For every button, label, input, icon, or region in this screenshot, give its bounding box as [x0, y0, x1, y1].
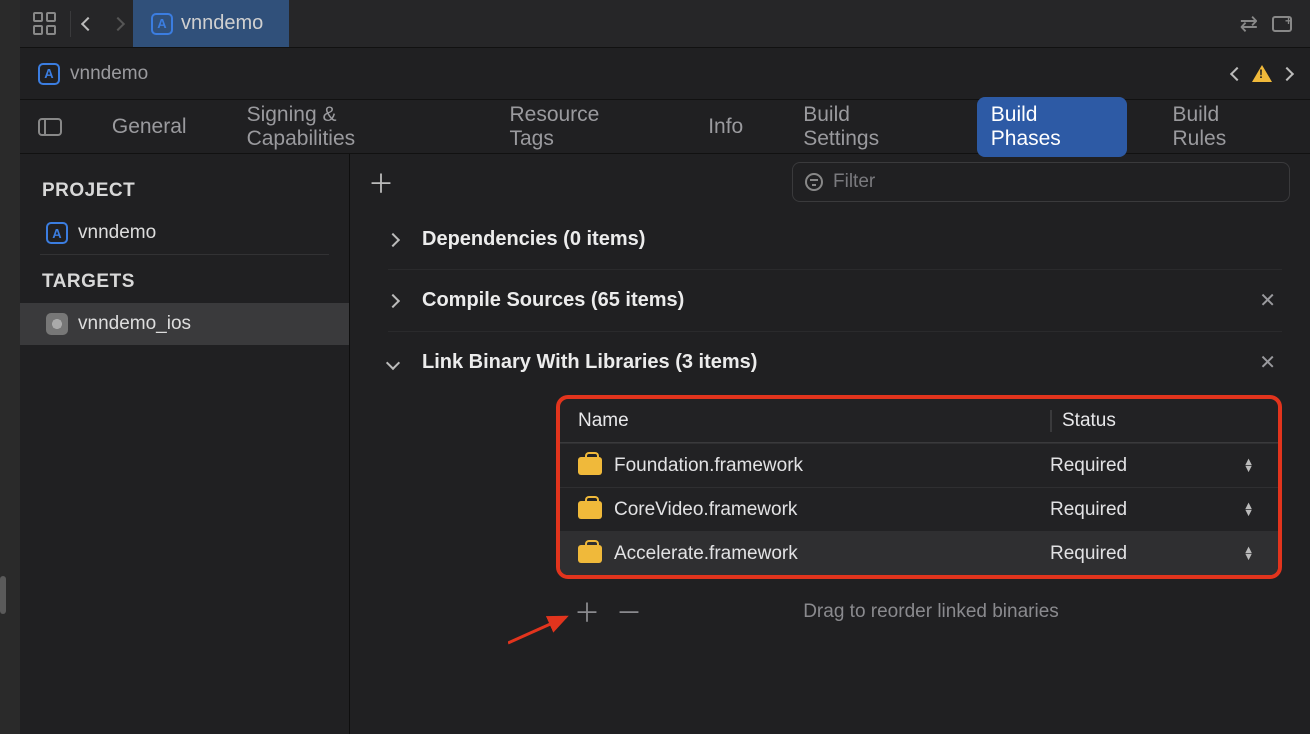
- framework-icon: [578, 501, 602, 519]
- framework-name: Accelerate.framework: [614, 543, 798, 565]
- breadcrumb-back[interactable]: [1232, 63, 1242, 84]
- add-editor-icon[interactable]: [1272, 16, 1292, 32]
- framework-status[interactable]: Required: [1050, 455, 1127, 477]
- column-name[interactable]: Name: [578, 410, 1050, 432]
- phase-title: Compile Sources (65 items): [422, 289, 684, 312]
- column-status[interactable]: Status: [1050, 410, 1260, 432]
- disclosure-icon[interactable]: [388, 290, 406, 311]
- phases-toolbar: ＋: [350, 154, 1310, 210]
- breadcrumb-title[interactable]: vnndemo: [70, 63, 148, 85]
- disclosure-icon[interactable]: [388, 352, 406, 373]
- phase-link-binary: Link Binary With Libraries (3 items) ✕ N…: [388, 332, 1282, 648]
- breadcrumb-forward[interactable]: [1282, 63, 1292, 84]
- tab-info[interactable]: Info: [694, 109, 757, 145]
- separator: [70, 11, 71, 37]
- tab-resource-tags[interactable]: Resource Tags: [495, 97, 662, 157]
- warning-icon[interactable]: [1252, 65, 1272, 82]
- libraries-table-highlight: Name Status Foundation.framework Require…: [556, 395, 1282, 579]
- target-row[interactable]: vnndemo_ios: [20, 303, 349, 345]
- breadcrumb-bar: A vnndemo: [20, 48, 1310, 100]
- targets-sidebar: PROJECT A vnndemo TARGETS vnndemo_ios: [20, 154, 350, 734]
- nav-forward-button[interactable]: [113, 13, 123, 34]
- nav-back-button[interactable]: [83, 13, 93, 34]
- libraries-footer: ＋ － Drag to reorder linked binaries: [556, 593, 1282, 630]
- stepper-icon[interactable]: ▲▼: [1243, 459, 1254, 473]
- project-editor-tabs: General Signing & Capabilities Resource …: [20, 100, 1310, 154]
- toggle-sidebar-icon[interactable]: [38, 118, 62, 136]
- table-row[interactable]: Accelerate.framework Required ▲▼: [560, 531, 1278, 575]
- project-heading: PROJECT: [20, 164, 349, 212]
- swap-editors-icon[interactable]: ⇄: [1240, 11, 1258, 37]
- phase-dependencies[interactable]: Dependencies (0 items): [388, 210, 1282, 270]
- framework-status[interactable]: Required: [1050, 499, 1127, 521]
- libraries-table: Name Status Foundation.framework Require…: [560, 399, 1278, 575]
- remove-phase-button[interactable]: ✕: [1259, 288, 1282, 313]
- project-name: vnndemo: [78, 222, 156, 244]
- framework-icon: [578, 545, 602, 563]
- tab-title: vnndemo: [181, 12, 263, 35]
- target-icon: [46, 313, 68, 335]
- filter-icon: [805, 173, 823, 191]
- remove-phase-button[interactable]: ✕: [1259, 350, 1282, 375]
- annotation-arrow: [508, 615, 578, 645]
- app-icon: A: [151, 13, 173, 35]
- targets-heading: TARGETS: [20, 255, 349, 303]
- table-row[interactable]: CoreVideo.framework Required ▲▼: [560, 487, 1278, 531]
- tab-general[interactable]: General: [98, 109, 201, 145]
- stepper-icon[interactable]: ▲▼: [1243, 503, 1254, 517]
- reorder-hint: Drag to reorder linked binaries: [598, 601, 1264, 623]
- framework-icon: [578, 457, 602, 475]
- filter-input[interactable]: [833, 171, 1277, 193]
- stepper-icon[interactable]: ▲▼: [1243, 547, 1254, 561]
- related-items-icon[interactable]: [30, 14, 58, 34]
- tab-build-phases[interactable]: Build Phases: [977, 97, 1127, 157]
- tab-signing[interactable]: Signing & Capabilities: [233, 97, 464, 157]
- framework-status[interactable]: Required: [1050, 543, 1127, 565]
- framework-name: Foundation.framework: [614, 455, 803, 477]
- window-gutter: [0, 0, 20, 734]
- target-name: vnndemo_ios: [78, 313, 191, 335]
- phase-title: Dependencies (0 items): [422, 228, 645, 251]
- tab-project[interactable]: A vnndemo: [133, 0, 289, 47]
- app-icon: A: [46, 222, 68, 244]
- tab-build-settings[interactable]: Build Settings: [789, 97, 945, 157]
- tab-build-rules[interactable]: Build Rules: [1159, 97, 1293, 157]
- app-icon: A: [38, 63, 60, 85]
- table-row[interactable]: Foundation.framework Required ▲▼: [560, 443, 1278, 487]
- filter-field[interactable]: [792, 162, 1290, 202]
- disclosure-icon[interactable]: [388, 229, 406, 250]
- add-phase-button[interactable]: ＋: [370, 171, 392, 193]
- framework-name: CoreVideo.framework: [614, 499, 797, 521]
- phase-compile-sources[interactable]: Compile Sources (65 items) ✕: [388, 270, 1282, 332]
- document-tabbar: A vnndemo ⇄: [20, 0, 1310, 48]
- phase-title: Link Binary With Libraries (3 items): [422, 351, 757, 374]
- project-row[interactable]: A vnndemo: [20, 212, 349, 254]
- table-header: Name Status: [560, 399, 1278, 443]
- phase-header[interactable]: Link Binary With Libraries (3 items) ✕: [388, 350, 1282, 375]
